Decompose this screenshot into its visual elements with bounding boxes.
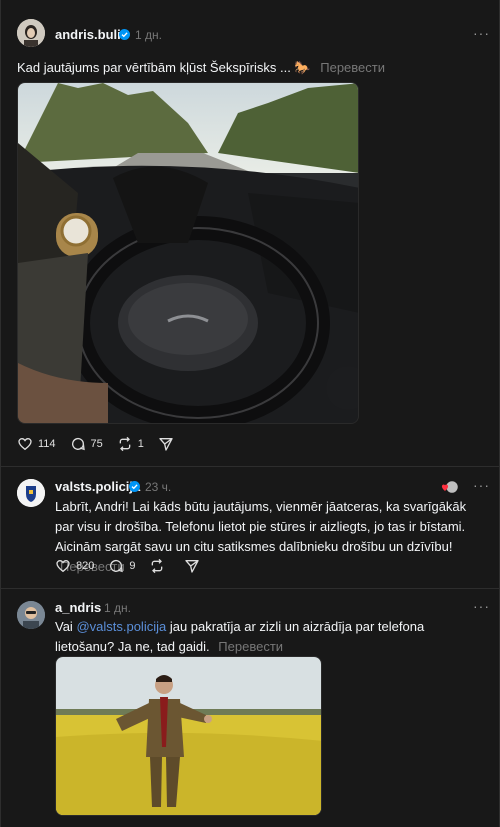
post-gif[interactable]: [55, 656, 322, 816]
more-options-icon[interactable]: ···: [473, 598, 490, 614]
timestamp: 1 дн.: [135, 28, 162, 42]
comment-count: 9: [129, 560, 136, 572]
comment-button[interactable]: 75: [70, 436, 103, 452]
username[interactable]: a_ndris: [55, 600, 101, 615]
post-caption: Kad jautājums par vērtībām kļūst Šekspīr…: [17, 60, 311, 75]
post-actions: 820 9: [55, 557, 219, 575]
translate-link[interactable]: Перевести: [320, 60, 385, 75]
repost-icon: [119, 436, 131, 452]
post-text: Vai @valsts.policija jau pakratīja ar zi…: [55, 617, 485, 657]
send-icon: [185, 560, 200, 573]
comment-button[interactable]: 9: [108, 558, 135, 574]
repost-icon: [152, 558, 163, 574]
heart-icon: [56, 559, 70, 573]
like-count: 820: [76, 560, 95, 572]
verified-badge-icon: [119, 29, 130, 40]
mention-link[interactable]: @valsts.policija: [76, 619, 166, 634]
verified-badge-icon: [129, 481, 140, 492]
like-count: 114: [38, 438, 56, 450]
timestamp: 1 дн.: [104, 601, 131, 615]
send-icon: [159, 438, 173, 451]
thread-feed: andris.bulis 1 дн. ··· Kad jautājums par…: [0, 0, 500, 827]
post-actions: 114 75 1: [17, 435, 193, 453]
post-caption: Labrīt, Andri! Lai kāds būtu jautājums, …: [55, 499, 467, 554]
share-button[interactable]: [184, 558, 205, 574]
avatar[interactable]: [17, 479, 45, 507]
post-image[interactable]: [17, 82, 359, 424]
more-options-icon[interactable]: ···: [473, 25, 490, 41]
like-button[interactable]: 820: [55, 558, 94, 574]
heart-icon: [18, 437, 32, 451]
post-a-ndris: a_ndris 1 дн. ··· Vai @valsts.policija j…: [1, 589, 499, 827]
post-caption-start: Vai: [55, 619, 77, 634]
username[interactable]: valsts.policija: [55, 479, 140, 494]
repost-count: 1: [137, 438, 144, 450]
avatar[interactable]: [17, 601, 45, 629]
post-andris-bulis: andris.bulis 1 дн. ··· Kad jautājums par…: [1, 0, 499, 466]
liked-by-author-icon: [441, 478, 460, 496]
repost-button[interactable]: 1: [117, 436, 144, 452]
like-button[interactable]: 114: [17, 436, 56, 452]
repost-button[interactable]: [149, 558, 170, 574]
share-button[interactable]: [158, 436, 179, 452]
comment-count: 75: [90, 438, 103, 450]
more-options-icon[interactable]: ···: [473, 477, 490, 493]
comment-icon: [110, 560, 124, 573]
post-valsts-policija: valsts.policija 23 ч. ··· Labrīt, Andri!…: [1, 467, 499, 588]
translate-link[interactable]: Перевести: [218, 639, 283, 654]
comment-icon: [71, 438, 85, 451]
username[interactable]: andris.bulis: [55, 27, 128, 42]
avatar[interactable]: [17, 19, 45, 47]
timestamp: 23 ч.: [145, 480, 172, 494]
post-text: Kad jautājums par vērtībām kļūst Šekspīr…: [17, 58, 385, 78]
